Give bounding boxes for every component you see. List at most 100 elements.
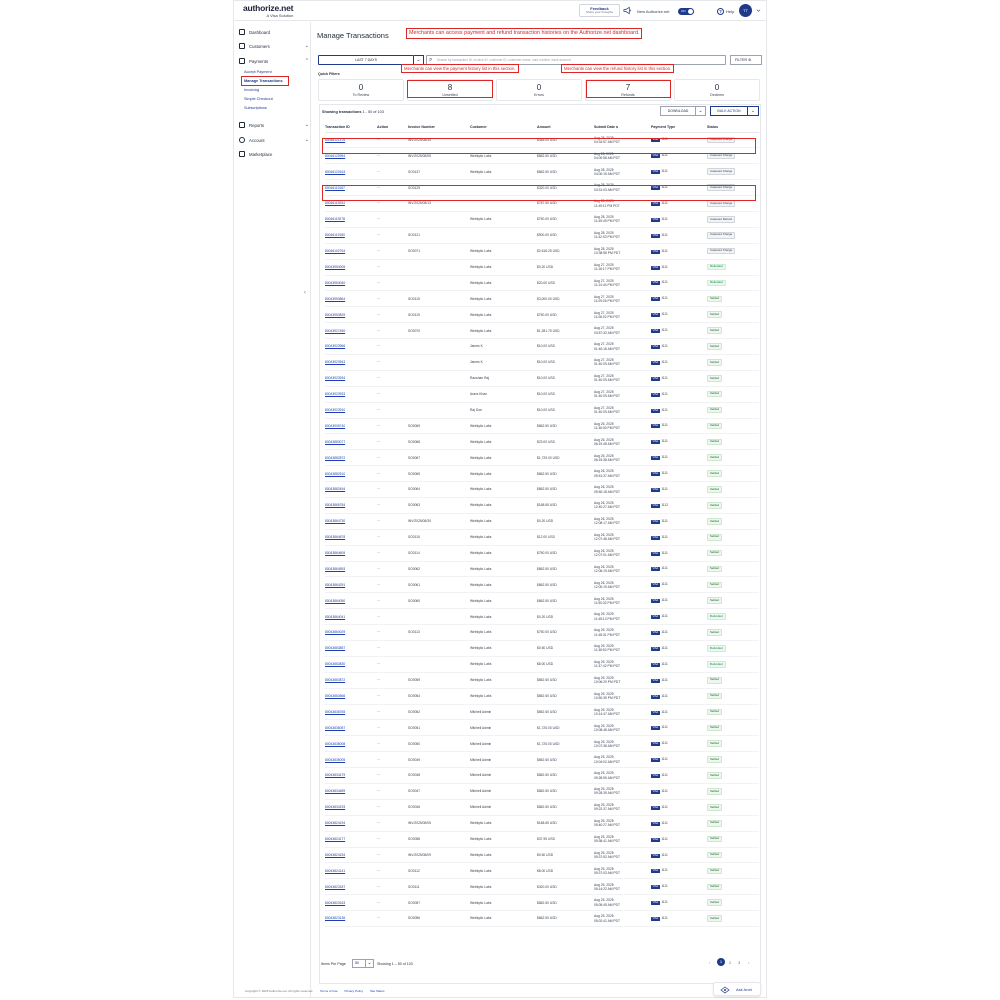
transaction-id-link[interactable]: 80043863857 <box>325 640 377 657</box>
row-action-menu[interactable]: ··· <box>377 656 408 673</box>
transaction-id-link[interactable]: 80043836765 <box>325 704 377 721</box>
sidebar-item-reports[interactable]: Reports ⌄ <box>239 122 309 128</box>
transaction-id-link[interactable]: 80043834479 <box>325 767 377 785</box>
row-action-menu[interactable]: ··· <box>377 275 408 292</box>
transaction-id-link[interactable]: 80043905740 <box>325 418 377 435</box>
transaction-id-link[interactable]: 80043923966 <box>325 338 377 355</box>
transaction-id-link[interactable]: 80043863566 <box>325 688 377 705</box>
transaction-id-link[interactable]: 80043882494 <box>325 481 377 498</box>
transaction-id-link[interactable]: 80043824154 <box>325 847 377 864</box>
sidebar-item-account[interactable]: Account ⌄ <box>239 137 309 143</box>
column-header[interactable]: Submit Date <box>594 123 651 133</box>
row-action-menu[interactable]: ··· <box>377 640 408 657</box>
row-action-menu[interactable]: ··· <box>377 799 408 816</box>
transaction-id-link[interactable]: 80046120163 <box>325 163 377 181</box>
ask-anet-button[interactable]: Ask Anet <box>713 982 761 996</box>
new-authorize-toggle[interactable]: ON <box>678 8 694 15</box>
transaction-id-link[interactable]: 80043863872 <box>325 672 377 689</box>
row-action-menu[interactable]: ··· <box>377 481 408 498</box>
row-action-menu[interactable]: ··· <box>377 545 408 562</box>
transaction-id-link[interactable]: 80043953864 <box>325 290 377 308</box>
transaction-id-link[interactable]: 80043954005 <box>325 259 377 276</box>
chevron-down-icon[interactable]: ⌄ <box>748 106 759 116</box>
transaction-id-link[interactable]: 80043824177 <box>325 831 377 848</box>
transaction-id-link[interactable]: 80043923933 <box>325 386 377 403</box>
row-action-menu[interactable]: ··· <box>377 704 408 721</box>
row-action-menu[interactable]: ··· <box>377 767 408 785</box>
transaction-id-link[interactable]: 80043836057 <box>325 719 377 737</box>
sub-item-simple-checkout[interactable]: Simple Checkout <box>244 97 273 101</box>
transaction-id-link[interactable]: 80043823163 <box>325 894 377 912</box>
transaction-id-link[interactable]: 80046119180 <box>325 227 377 244</box>
sidebar-item-marketplace[interactable]: Marketplace <box>239 151 309 157</box>
transaction-id-link[interactable]: 80043923934 <box>325 370 377 387</box>
date-range-select[interactable]: LAST 7 DAYS <box>318 55 414 65</box>
row-action-menu[interactable]: ··· <box>377 815 408 832</box>
transaction-id-link[interactable]: 80043864678 <box>325 529 377 546</box>
transaction-id-link[interactable]: 80043882872 <box>325 449 377 467</box>
row-action-menu[interactable]: ··· <box>377 497 408 514</box>
transaction-id-link[interactable]: 80043954040 <box>325 275 377 292</box>
transaction-id-link[interactable]: 80043836008 <box>325 735 377 753</box>
row-action-menu[interactable]: ··· <box>377 306 408 324</box>
transaction-id-link[interactable]: 80043824141 <box>325 862 377 880</box>
help-icon[interactable]: ? <box>717 8 724 15</box>
next-page-button[interactable]: › <box>748 960 749 965</box>
sub-item-accept-payment[interactable]: Accept Payment <box>244 70 272 74</box>
row-action-menu[interactable]: ··· <box>377 688 408 705</box>
row-action-menu[interactable]: ··· <box>377 227 408 244</box>
row-action-menu[interactable]: ··· <box>377 592 408 610</box>
bulk-action-button[interactable]: BULK ACTION <box>710 106 748 116</box>
row-action-menu[interactable]: ··· <box>377 370 408 387</box>
transaction-id-link[interactable]: 80046119278 <box>325 211 377 228</box>
transaction-id-link[interactable]: 80043836005 <box>325 751 377 769</box>
chevron-down-icon[interactable] <box>756 8 761 13</box>
row-action-menu[interactable]: ··· <box>377 386 408 403</box>
avatar[interactable]: TT <box>739 4 752 17</box>
row-action-menu[interactable]: ··· <box>377 465 408 483</box>
transaction-id-link[interactable]: 80043927450 <box>325 322 377 340</box>
transaction-id-link[interactable]: 80043864593 <box>325 561 377 578</box>
row-action-menu[interactable]: ··· <box>377 783 408 800</box>
transaction-id-link[interactable]: 80043824194 <box>325 815 377 832</box>
transaction-id-link[interactable]: 80043923910 <box>325 402 377 419</box>
row-action-menu[interactable]: ··· <box>377 211 408 228</box>
sidebar-item-dashboard[interactable]: Dashboard <box>239 29 309 35</box>
transaction-id-link[interactable]: 80043923943 <box>325 354 377 371</box>
sub-item-invoicing[interactable]: Invoicing <box>244 88 259 92</box>
row-action-menu[interactable]: ··· <box>377 338 408 355</box>
row-action-menu[interactable]: ··· <box>377 513 408 530</box>
transaction-id-link[interactable]: 80043865784 <box>325 497 377 514</box>
row-action-menu[interactable]: ··· <box>377 831 408 848</box>
sidebar-item-customers[interactable]: Customers ⌄ <box>239 43 309 49</box>
transaction-id-link[interactable]: 80043864730 <box>325 513 377 530</box>
row-action-menu[interactable]: ··· <box>377 402 408 419</box>
page-1-button[interactable]: 1 <box>717 958 725 966</box>
row-action-menu[interactable]: ··· <box>377 735 408 753</box>
row-action-menu[interactable]: ··· <box>377 529 408 546</box>
row-action-menu[interactable]: ··· <box>377 894 408 912</box>
transaction-id-link[interactable]: 80043864291 <box>325 576 377 594</box>
row-action-menu[interactable]: ··· <box>377 910 408 928</box>
row-action-menu[interactable]: ··· <box>377 418 408 435</box>
chevron-down-icon[interactable]: ⌄ <box>366 959 374 968</box>
row-action-menu[interactable]: ··· <box>377 290 408 308</box>
footer-link-status[interactable]: Site Status <box>370 989 385 993</box>
download-button[interactable]: DOWNLOAD <box>660 106 696 116</box>
row-action-menu[interactable]: ··· <box>377 672 408 689</box>
row-action-menu[interactable]: ··· <box>377 163 408 181</box>
row-action-menu[interactable]: ··· <box>377 259 408 276</box>
row-action-menu[interactable]: ··· <box>377 449 408 467</box>
page-2-button[interactable]: 2 <box>729 960 731 965</box>
transaction-id-link[interactable]: 80043864050 <box>325 592 377 610</box>
row-action-menu[interactable]: ··· <box>377 608 408 626</box>
transaction-id-link[interactable]: 80043864041 <box>325 608 377 626</box>
row-action-menu[interactable]: ··· <box>377 576 408 594</box>
megaphone-icon[interactable] <box>623 6 632 15</box>
row-action-menu[interactable]: ··· <box>377 862 408 880</box>
row-action-menu[interactable]: ··· <box>377 751 408 769</box>
row-action-menu[interactable]: ··· <box>377 322 408 340</box>
sidebar-item-payments[interactable]: Payments ⌃ <box>239 58 309 64</box>
transaction-id-link[interactable]: 80043863830 <box>325 656 377 673</box>
transaction-id-link[interactable]: 80043882510 <box>325 465 377 483</box>
